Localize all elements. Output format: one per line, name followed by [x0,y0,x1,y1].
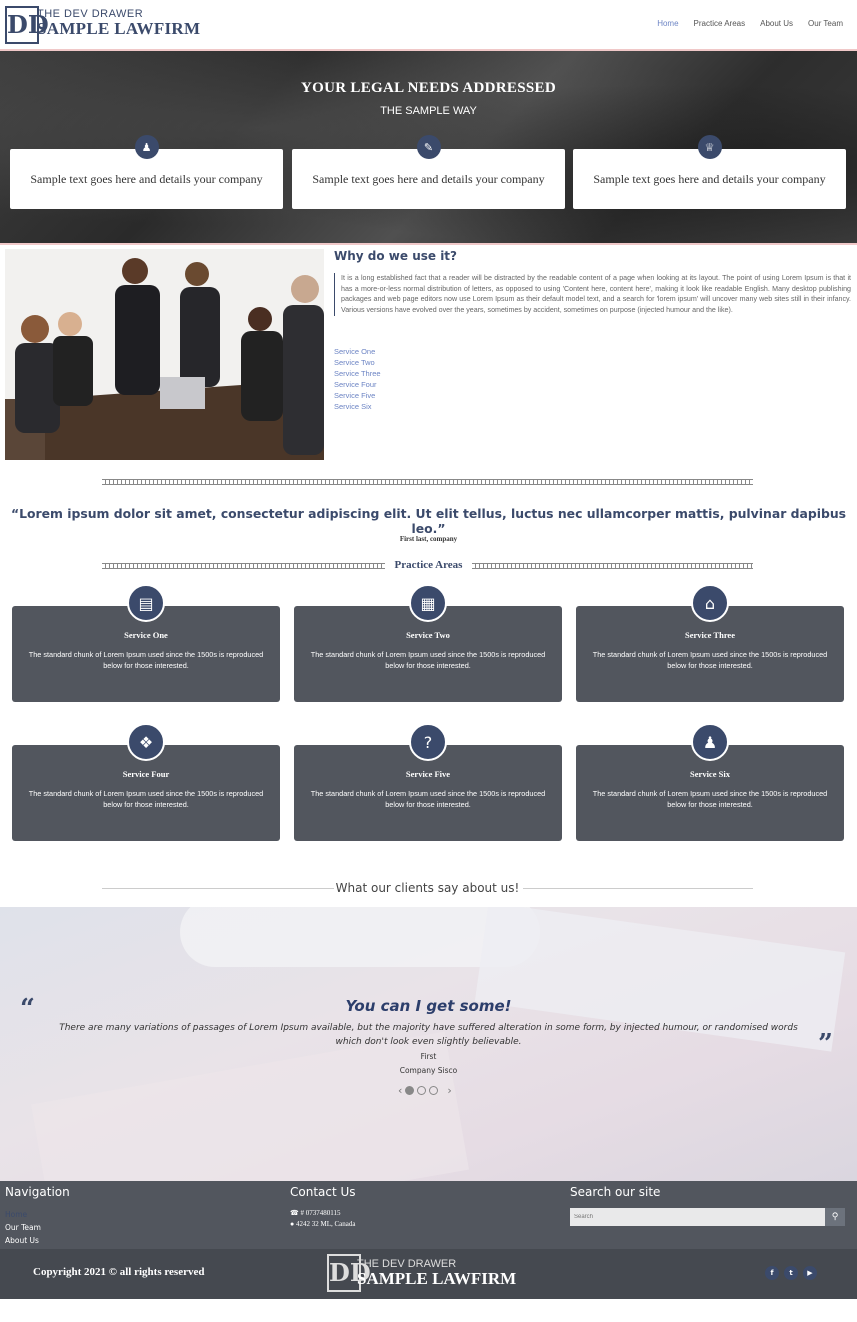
team-meeting-photo [5,249,324,460]
search-input[interactable] [570,1208,825,1226]
divider [102,479,753,485]
facebook-icon[interactable]: f [765,1266,779,1280]
search-button[interactable]: ⚲ [825,1208,845,1226]
slider-dot[interactable] [417,1086,427,1095]
service-links: Service One Service Two Service Three Se… [334,346,381,412]
quote-text: “Lorem ipsum dolor sit amet, consectetur… [10,506,847,536]
nav-our-team[interactable]: Our Team [808,19,843,28]
footer-logo[interactable]: DD THE DEV DRAWER SAMPLE LAWFIRM [327,1254,532,1294]
service-link[interactable]: Service Two [334,357,381,368]
footer-nav-heading: Navigation [5,1185,70,1199]
footer-contact-heading: Contact Us [290,1185,356,1199]
logo-line-2: SAMPLE LAWFIRM [37,19,201,38]
practice-card-desc: The standard chunk of Lorem Ipsum used s… [28,650,264,670]
hero-card: ♟ Sample text goes here and details your… [10,135,283,209]
hero-subtitle: THE SAMPLE WAY [380,105,477,117]
pen-icon: ✎ [416,135,441,159]
testimonial-title: You can I get some! [345,997,512,1015]
service-link[interactable]: Service Six [334,401,381,412]
nav-about-us[interactable]: About Us [760,19,793,28]
search-icon: ⚲ [831,1212,839,1222]
team-meeting-illustration [5,249,324,460]
nav-practice-areas[interactable]: Practice Areas [694,19,746,28]
site-header: DD THE DEV DRAWER SAMPLE LAWFIRM Home Pr… [0,0,857,50]
practice-card-title: Service One [124,630,168,640]
chevron-right-icon[interactable]: › [447,1084,451,1097]
logo[interactable]: DD THE DEV DRAWER SAMPLE LAWFIRM [5,6,210,46]
practice-card[interactable]: ▦ Service Two The standard chunk of Lore… [294,584,562,702]
contact-phone: # 0737480115 [300,1209,341,1217]
slider-dot[interactable] [429,1086,439,1095]
service-link[interactable]: Service One [334,346,381,357]
service-link[interactable]: Service Three [334,368,381,379]
practice-title: Practice Areas [394,559,463,571]
youtube-icon[interactable]: ▶ [803,1266,817,1280]
social-links: f t ▶ [765,1266,817,1280]
phone-icon: ☎ [290,1209,301,1217]
practice-card-desc: The standard chunk of Lorem Ipsum used s… [592,789,828,809]
clients-heading-text: What our clients say about us! [335,881,520,895]
practice-card-title: Service Six [690,769,730,779]
practice-card-title: Service Three [685,630,735,640]
hero-card-text: Sample text goes here and details your c… [30,171,263,186]
practice-card-desc: The standard chunk of Lorem Ipsum used s… [592,650,828,670]
footer-search-heading: Search our site [570,1185,661,1199]
twitter-icon[interactable]: t [784,1266,798,1280]
hero-card: ♕ Sample text goes here and details your… [573,135,846,209]
quote-author: First last, company [399,535,458,543]
hero-card-text: Sample text goes here and details your c… [593,171,826,186]
footer-bottom: Copyright 2021 © all rights reserved DD … [0,1249,857,1299]
footer-link-home[interactable]: Home [5,1208,41,1221]
user-tie-icon: ♟ [691,723,729,761]
hero-card: ✎ Sample text goes here and details your… [292,135,565,209]
slider-dot[interactable] [405,1086,415,1095]
practice-card-desc: The standard chunk of Lorem Ipsum used s… [310,650,546,670]
hero-banner: YOUR LEGAL NEEDS ADDRESSED THE SAMPLE WA… [0,49,857,245]
practice-card-title: Service Two [406,630,450,640]
practice-card-desc: The standard chunk of Lorem Ipsum used s… [310,789,546,809]
logo-monogram: DD [327,1254,371,1292]
practice-card-title: Service Four [122,769,170,779]
footer-link-about-us[interactable]: About Us [5,1234,41,1247]
footer-nav-links: Home Our Team About Us [5,1208,41,1247]
building-icon: ▦ [409,584,447,622]
why-title: Why do we use it? [334,249,458,263]
home-icon: ⌂ [691,584,729,622]
main-nav: Home Practice Areas About Us Our Team [657,19,843,28]
logo-monogram: DD [5,6,49,44]
contact-address: 4242 32 ML, Canada [295,1220,356,1228]
practice-card[interactable]: ❖ Service Four The standard chunk of Lor… [12,723,280,841]
service-link[interactable]: Service Four [334,379,381,390]
logo-line-2: SAMPLE LAWFIRM [357,1269,517,1288]
practice-card-title: Service Five [405,769,451,779]
testimonial-body: There are many variations of passages of… [59,1023,798,1047]
chevron-left-icon[interactable]: ‹ [398,1084,402,1097]
practice-card[interactable]: ⌂ Service Three The standard chunk of Lo… [576,584,844,702]
service-link[interactable]: Service Five [334,390,381,401]
hero-card-text: Sample text goes here and details your c… [312,171,545,186]
practice-card[interactable]: ♟ Service Six The standard chunk of Lore… [576,723,844,841]
clients-heading: What our clients say about us! [102,880,753,898]
contact-address-row: ● 4242 32 ML, Canada [290,1219,355,1230]
copyright: Copyright 2021 © all rights reserved [33,1266,205,1278]
puzzle-icon: ❖ [127,723,165,761]
practice-card-desc: The standard chunk of Lorem Ipsum used s… [28,789,264,809]
nav-home[interactable]: Home [657,19,678,28]
contact-info: ☎ # 0737480115 ● 4242 32 ML, Canada [290,1208,355,1230]
lawyer-icon: ♟ [134,135,159,159]
slider-controls: ‹ › [398,1084,452,1097]
hero-title: YOUR LEGAL NEEDS ADDRESSED [301,80,556,96]
footer-link-our-team[interactable]: Our Team [5,1221,41,1234]
book-icon: ▤ [127,584,165,622]
why-body: It is a long established fact that a rea… [334,273,851,316]
footer: Navigation Home Our Team About Us Contac… [0,1181,857,1249]
practice-card[interactable]: ? Service Five The standard chunk of Lor… [294,723,562,841]
testimonial-company: Company Sisco [399,1066,458,1075]
trophy-icon: ♕ [697,135,722,159]
question-icon: ? [409,723,447,761]
practice-card[interactable]: ▤ Service One The standard chunk of Lore… [12,584,280,702]
testimonial-name: First [420,1052,437,1061]
contact-phone-row: ☎ # 0737480115 [290,1208,355,1219]
testimonial-slider: “ ” You can I get some! There are many v… [0,907,857,1181]
